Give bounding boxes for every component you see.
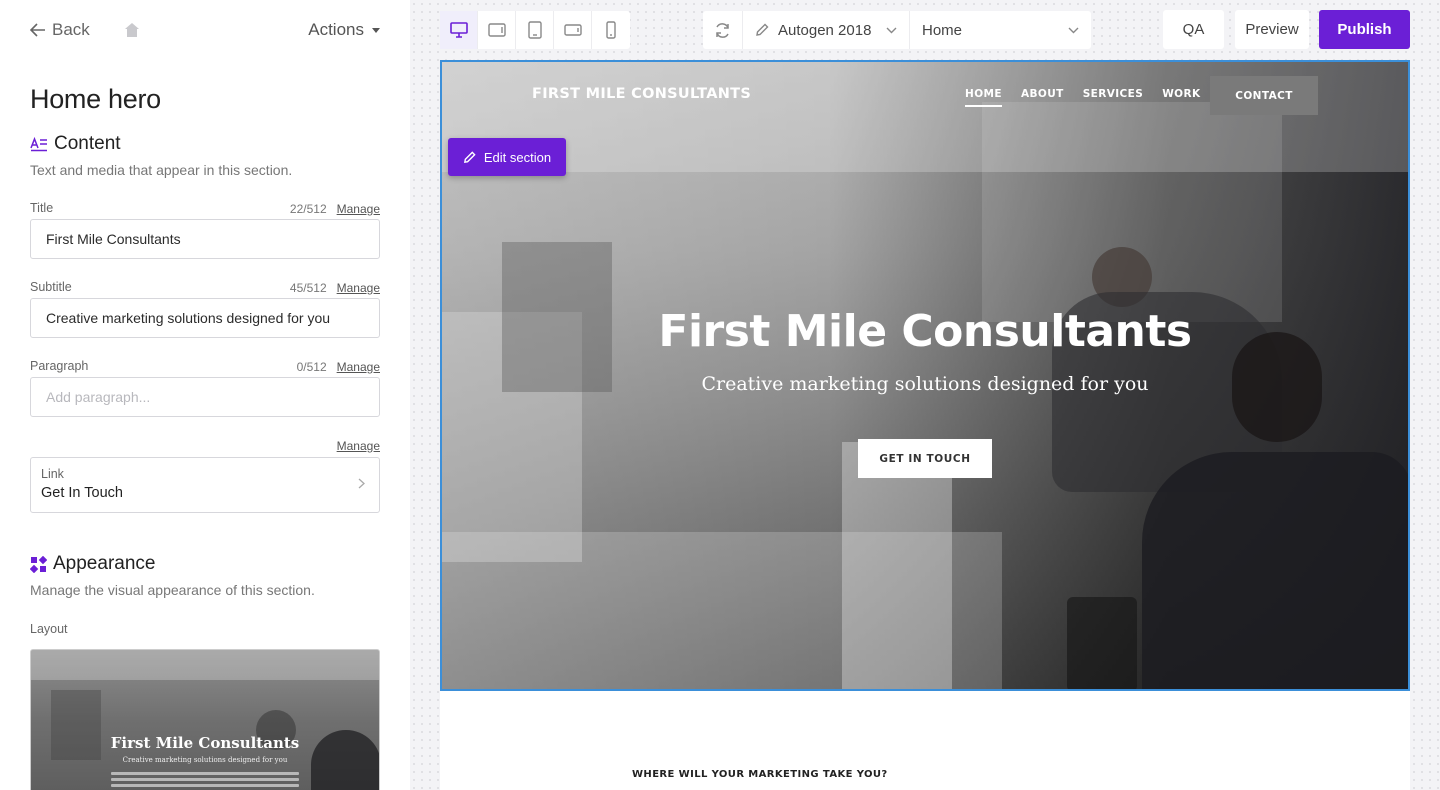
back-label: Back: [52, 20, 90, 39]
link-field-label: Link: [41, 467, 64, 481]
paragraph-char-count: 0/512: [296, 360, 327, 374]
link-manage-link[interactable]: Manage: [337, 439, 380, 453]
preview-canvas: Autogen 2018 Home QA Preview Publish FIR…: [410, 0, 1440, 790]
layout-label: Layout: [30, 622, 68, 636]
chevron-right-icon: [358, 478, 365, 489]
menu-item-about[interactable]: ABOUT: [1021, 88, 1064, 107]
subtitle-field-label: Subtitle: [30, 280, 72, 294]
chevron-down-icon: [886, 27, 897, 33]
thumb-window-shape: [31, 650, 379, 680]
paragraph-input[interactable]: Add paragraph...: [30, 377, 380, 417]
edit-section-label: Edit section: [483, 149, 552, 165]
thumb-title: First Mile Consultants: [110, 734, 300, 752]
appearance-heading: Appearance: [30, 553, 155, 575]
device-phone-landscape-button[interactable]: [554, 11, 593, 49]
title-field-meta: 22/512 Manage: [290, 202, 380, 216]
site-page-selector: Autogen 2018 Home: [703, 11, 1091, 49]
title-input[interactable]: First Mile Consultants: [30, 219, 380, 259]
preview-button[interactable]: Preview: [1235, 10, 1309, 49]
device-switcher: [440, 11, 630, 49]
hero-title-text: First Mile Consultants: [658, 306, 1192, 357]
appearance-description: Manage the visual appearance of this sec…: [30, 582, 315, 598]
phone-portrait-icon: [606, 21, 616, 39]
site-preview: FIRST MILE CONSULTANTS HOME ABOUT SERVIC…: [440, 60, 1410, 790]
paragraph-field-meta: 0/512 Manage: [297, 360, 380, 374]
arrow-left-icon: [30, 23, 45, 37]
title-manage-link[interactable]: Manage: [337, 202, 380, 216]
menu-item-services[interactable]: SERVICES: [1083, 88, 1144, 107]
home-button[interactable]: [124, 22, 140, 38]
content-heading: Content: [30, 133, 121, 155]
device-desktop-button[interactable]: [440, 11, 479, 49]
actions-label: Actions: [308, 20, 364, 39]
refresh-button[interactable]: [703, 11, 743, 49]
menu-item-work[interactable]: WORK: [1162, 88, 1200, 107]
subtitle-field-meta: 45/512 Manage: [290, 281, 380, 295]
device-tablet-portrait-button[interactable]: [516, 11, 555, 49]
device-phone-portrait-button[interactable]: [592, 11, 630, 49]
link-field-value: Get In Touch: [41, 485, 123, 501]
appearance-icon: [30, 555, 47, 573]
content-heading-label: Content: [54, 133, 121, 154]
home-icon: [124, 23, 139, 37]
subtitle-input[interactable]: Creative marketing solutions designed fo…: [30, 298, 380, 338]
phone-landscape-icon: [563, 24, 582, 36]
subtitle-char-count: 45/512: [289, 281, 327, 295]
layout-thumbnail[interactable]: First Mile Consultants Creative marketin…: [30, 649, 380, 790]
link-field-meta: Manage: [337, 439, 380, 453]
hero-section[interactable]: FIRST MILE CONSULTANTS HOME ABOUT SERVIC…: [440, 60, 1410, 691]
imac-shape: [842, 442, 952, 689]
thumb-text-lines: [111, 772, 299, 790]
actions-dropdown[interactable]: Actions: [308, 20, 380, 40]
edit-section-button[interactable]: Edit section: [448, 138, 566, 176]
subtitle-manage-link[interactable]: Manage: [337, 281, 380, 295]
menu-item-home[interactable]: HOME: [965, 88, 1002, 107]
page-selector[interactable]: Home: [910, 11, 1091, 49]
editor-panel: Back Actions Home hero Content Text and …: [0, 0, 410, 790]
title-field-label: Title: [30, 201, 54, 215]
hero-subtitle: Creative marketing solutions designed fo…: [701, 373, 1149, 395]
pencil-icon: [463, 150, 476, 163]
panel-title: Home hero: [30, 84, 161, 114]
paragraph-manage-link[interactable]: Manage: [337, 360, 380, 374]
back-button[interactable]: Back: [30, 20, 90, 40]
site-logo[interactable]: FIRST MILE CONSULTANTS: [532, 86, 751, 102]
section-heading: WHERE WILL YOUR MARKETING TAKE YOU?: [632, 769, 888, 780]
paragraph-field-label: Paragraph: [30, 359, 89, 373]
chevron-down-icon: [1068, 27, 1079, 33]
site-name: Autogen 2018: [778, 21, 872, 39]
link-field[interactable]: Link Get In Touch: [30, 457, 380, 513]
pencil-icon: [756, 23, 769, 36]
page-name: Home: [922, 21, 963, 39]
cup-shape: [1067, 597, 1137, 689]
qa-button[interactable]: QA: [1163, 10, 1224, 49]
hero-cta-button[interactable]: GET IN TOUCH: [858, 439, 992, 478]
content-description: Text and media that appear in this secti…: [30, 162, 293, 178]
text-content-icon: [30, 136, 47, 152]
panel-header: Back Actions: [30, 18, 380, 42]
tablet-landscape-icon: [487, 23, 506, 37]
contact-button[interactable]: CONTACT: [1210, 76, 1318, 115]
site-menu: HOME ABOUT SERVICES WORK: [965, 88, 1201, 107]
site-navbar: FIRST MILE CONSULTANTS HOME ABOUT SERVIC…: [442, 76, 1408, 116]
caret-down-icon: [372, 27, 380, 33]
thumb-subtitle: Creative marketing solutions designed fo…: [122, 756, 288, 764]
site-selector[interactable]: Autogen 2018: [743, 11, 910, 49]
appearance-heading-label: Appearance: [53, 553, 156, 574]
woman-body-shape: [1142, 452, 1408, 689]
desktop-icon: [449, 22, 468, 38]
device-tablet-landscape-button[interactable]: [478, 11, 517, 49]
refresh-icon: [716, 22, 729, 38]
tablet-portrait-icon: [527, 21, 542, 39]
publish-button[interactable]: Publish: [1319, 10, 1410, 49]
title-char-count: 22/512: [289, 202, 327, 216]
hero-title: First Mile Consultants: [442, 306, 1408, 357]
